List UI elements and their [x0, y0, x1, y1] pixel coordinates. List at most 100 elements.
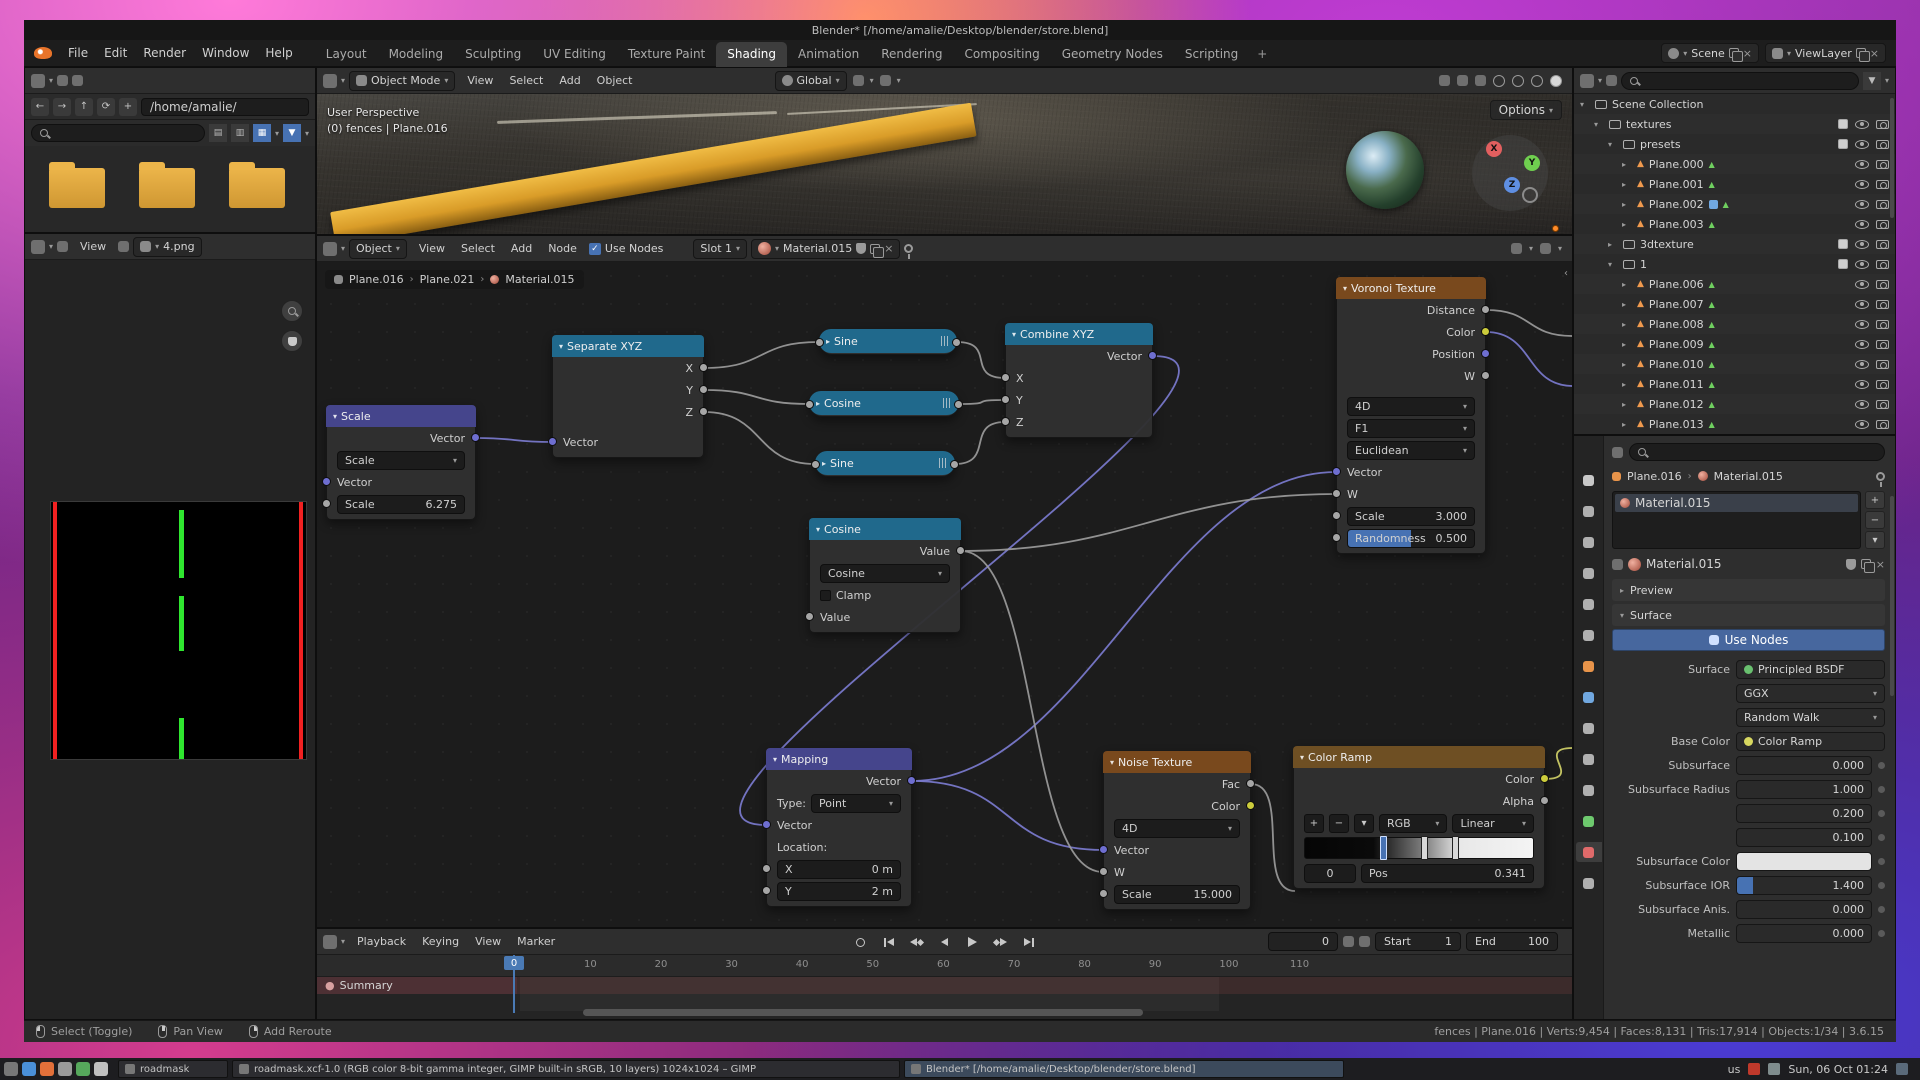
animate-decorator-icon[interactable]	[1878, 786, 1885, 793]
node-menu-select[interactable]: Select	[453, 242, 503, 255]
node-header[interactable]: ▸Sine	[819, 329, 957, 353]
properties-tab-output[interactable]	[1576, 532, 1602, 552]
autokey-button[interactable]	[848, 932, 874, 952]
node-dropdown-cosine[interactable]: Cosine▾	[820, 564, 950, 583]
outliner-row-plane-010[interactable]: ▸▲Plane.010▲	[1574, 354, 1895, 374]
current-frame-field[interactable]: 0	[1268, 932, 1338, 951]
viewport-menu-view[interactable]: View	[459, 74, 501, 87]
node-dropdown-scale[interactable]: Scale▾	[337, 451, 465, 470]
window-titlebar[interactable]: Blender* [/home/amalie/Desktop/blender/s…	[24, 20, 1896, 40]
end-frame-field[interactable]: End 100	[1466, 932, 1558, 951]
collapse-arrow-icon[interactable]: ▾	[333, 412, 337, 421]
input-socket-vector[interactable]	[322, 477, 331, 486]
viewport-menu-select[interactable]: Select	[501, 74, 551, 87]
output-socket-value[interactable]	[952, 338, 961, 347]
timeline-menu-playback[interactable]: Playback	[349, 935, 414, 948]
sidebar-toggle-icon[interactable]: ‹	[1564, 268, 1568, 279]
property-slider-subsurface-radius[interactable]: 1.000	[1736, 780, 1872, 799]
node-header[interactable]: ▸Cosine	[809, 391, 959, 415]
input-socket-vector[interactable]	[548, 437, 557, 446]
unlink-scene-icon[interactable]: ×	[1743, 48, 1752, 59]
proportional-editing-icon[interactable]	[880, 75, 891, 86]
workspace-tab-geometry-nodes[interactable]: Geometry Nodes	[1051, 42, 1174, 67]
expand-arrow-icon[interactable]: ▾	[1608, 260, 1618, 269]
camera-toggle-icon[interactable]	[1876, 140, 1889, 149]
collapse-arrow-icon[interactable]: ▸	[826, 337, 830, 346]
camera-toggle-icon[interactable]	[1876, 360, 1889, 369]
ramp-interpolation-dropdown[interactable]: Linear▾	[1452, 814, 1534, 833]
view-layer-selector[interactable]: ▾ ViewLayer ×	[1765, 43, 1886, 63]
property-slider-subsurface-ior[interactable]: 1.400	[1736, 876, 1872, 895]
node-header[interactable]: ▾Separate XYZ	[552, 335, 704, 357]
output-socket-value[interactable]	[954, 400, 963, 409]
output-socket-vector[interactable]	[907, 776, 916, 785]
image-menu-view[interactable]: View	[72, 240, 114, 253]
pin-icon[interactable]	[1876, 472, 1885, 481]
outliner-row-1[interactable]: ▾1	[1574, 254, 1895, 274]
properties-tab-render[interactable]	[1576, 501, 1602, 521]
node-color-ramp[interactable]: ▾Color RampColorAlpha+−▾RGB▾Linear▾0Pos0…	[1293, 746, 1545, 889]
mode-selector[interactable]: Object Mode ▾	[349, 71, 455, 91]
ramp-stop-0[interactable]	[1380, 836, 1387, 860]
property-slider-7[interactable]: 0.100	[1736, 828, 1872, 847]
use-nodes-checkbox[interactable]: ✓	[589, 243, 601, 255]
path-field[interactable]: /home/amalie/	[141, 98, 309, 116]
properties-tab-modifiers[interactable]	[1576, 687, 1602, 707]
node-field-randomness[interactable]: Randomness0.500	[1347, 529, 1475, 548]
expand-arrow-icon[interactable]: ▾	[1608, 140, 1618, 149]
expand-arrow-icon[interactable]: ▸	[1622, 360, 1632, 369]
next-keyframe-button[interactable]	[988, 932, 1014, 952]
ramp-position-field[interactable]: Pos0.341	[1361, 864, 1534, 883]
jump-to-end-button[interactable]	[1016, 932, 1042, 952]
timeline-menu-keying[interactable]: Keying	[414, 935, 467, 948]
properties-tab-object-data[interactable]	[1576, 811, 1602, 831]
display-mode-icon[interactable]	[1606, 75, 1617, 86]
properties-tab-texture[interactable]	[1576, 873, 1602, 893]
viewport-menu-object[interactable]: Object	[589, 74, 641, 87]
outliner-row-plane-012[interactable]: ▸▲Plane.012▲	[1574, 394, 1895, 414]
camera-toggle-icon[interactable]	[1876, 400, 1889, 409]
camera-toggle-icon[interactable]	[1876, 160, 1889, 169]
menu-render[interactable]: Render	[135, 46, 194, 60]
property-color-swatch[interactable]	[1736, 852, 1872, 871]
collapse-arrow-icon[interactable]: ▸	[822, 459, 826, 468]
camera-toggle-icon[interactable]	[1876, 380, 1889, 389]
solid-shading-icon[interactable]	[1512, 75, 1524, 87]
node-scale[interactable]: ▾ScaleVectorScale▾VectorScale6.275	[326, 405, 476, 520]
keyboard-layout-indicator[interactable]: us	[1728, 1063, 1741, 1076]
property-slider-metallic[interactable]: 0.000	[1736, 924, 1872, 943]
gizmo-axis-x[interactable]: X	[1486, 141, 1502, 157]
outliner-row-textures[interactable]: ▾textures	[1574, 114, 1895, 134]
output-socket-vector[interactable]	[1148, 351, 1157, 360]
start-frame-field[interactable]: Start 1	[1375, 932, 1461, 951]
camera-toggle-icon[interactable]	[1876, 320, 1889, 329]
folder-icon-2[interactable]	[229, 168, 285, 208]
expand-arrow-icon[interactable]: ▸	[1622, 300, 1632, 309]
workspace-tab-scripting[interactable]: Scripting	[1174, 42, 1249, 67]
node-mapping[interactable]: ▾MappingVectorType:Point▾VectorLocation:…	[766, 748, 912, 907]
outliner-row-plane-002[interactable]: ▸▲Plane.002▲	[1574, 194, 1895, 214]
property-node-button-color-ramp[interactable]: Color Ramp	[1736, 732, 1885, 751]
node-header[interactable]: ▾Cosine	[809, 518, 961, 540]
eye-toggle-icon[interactable]	[1855, 360, 1869, 369]
browse-material-icon[interactable]	[1612, 559, 1623, 570]
clock[interactable]: Sun, 06 Oct 01:24	[1788, 1063, 1888, 1076]
shader-node-area[interactable]: ▾ScaleVectorScale▾VectorScale6.275 ▾Separ…	[317, 236, 1572, 927]
eye-toggle-icon[interactable]	[1855, 380, 1869, 389]
horizontal-list-view-button[interactable]: ▥	[231, 124, 249, 142]
node-noise-texture[interactable]: ▾Noise TextureFacColor4D▾VectorWScale15.…	[1103, 751, 1251, 910]
node-voronoi-texture[interactable]: ▾Voronoi TextureDistanceColorPositionW4D…	[1336, 277, 1486, 554]
output-socket-vector[interactable]	[1481, 349, 1490, 358]
taskbar-app-icon-0[interactable]	[4, 1062, 18, 1076]
create-folder-button[interactable]: +	[119, 98, 137, 116]
input-socket-value[interactable]	[1332, 533, 1341, 542]
eye-toggle-icon[interactable]	[1855, 300, 1869, 309]
node-field-scale[interactable]: Scale15.000	[1114, 885, 1240, 904]
properties-tab-view-layer[interactable]	[1576, 563, 1602, 583]
output-socket-value[interactable]	[1540, 796, 1549, 805]
outliner-search-input[interactable]	[1621, 72, 1859, 90]
output-socket-value[interactable]	[950, 460, 959, 469]
animate-decorator-icon[interactable]	[1878, 906, 1885, 913]
input-socket-value[interactable]	[811, 460, 820, 469]
expand-arrow-icon[interactable]: ▸	[1622, 380, 1632, 389]
